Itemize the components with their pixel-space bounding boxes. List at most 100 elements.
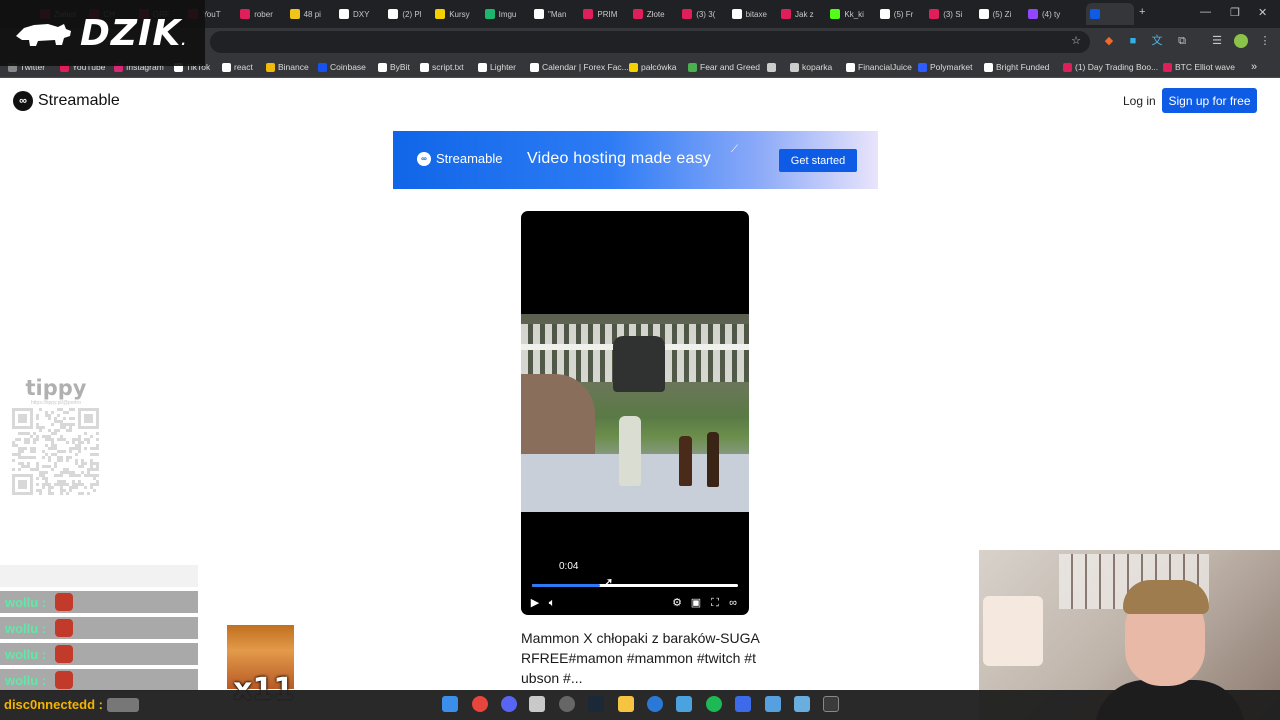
obs-icon[interactable]: [559, 696, 575, 712]
bookmark-item[interactable]: ByBit: [378, 60, 410, 74]
edge-icon[interactable]: [647, 696, 663, 712]
browser-tab[interactable]: Imgu: [481, 3, 521, 25]
bookmark-item[interactable]: Binance: [266, 60, 309, 74]
bookmark-item[interactable]: Calendar | Forex Fac...: [530, 60, 629, 74]
steam-icon[interactable]: [588, 696, 604, 712]
bookmark-label: script.txt: [432, 62, 464, 72]
chrome-icon[interactable]: [472, 696, 488, 712]
get-started-button[interactable]: Get started: [779, 149, 857, 172]
bookmark-item[interactable]: pałcówka: [629, 60, 676, 74]
browser-tab[interactable]: bitaxe: [728, 3, 768, 25]
browser-tab[interactable]: Kursy: [431, 3, 471, 25]
fullscreen-icon[interactable]: ⛶: [708, 596, 722, 610]
browser-tab[interactable]: (2) Pl: [384, 3, 424, 25]
browser-tab[interactable]: (4) ty: [1024, 3, 1064, 25]
browser-tab[interactable]: 48 pi: [286, 3, 326, 25]
notepad-icon[interactable]: [765, 696, 781, 712]
start-icon[interactable]: [442, 696, 458, 712]
browser-tab[interactable]: (3) Si: [925, 3, 965, 25]
tab-favicon-icon: [534, 9, 544, 19]
bookmark-star-icon[interactable]: ☆: [1069, 34, 1083, 48]
video-frame[interactable]: [521, 314, 749, 512]
volume-icon[interactable]: 🔈︎: [545, 596, 559, 610]
tab-favicon-icon: [731, 9, 742, 19]
browser-tab[interactable]: PRIM: [579, 3, 619, 25]
more-bookmarks-button[interactable]: »: [1251, 60, 1257, 74]
bookmark-favicon-icon: [629, 62, 638, 72]
signup-button[interactable]: Sign up for free: [1162, 88, 1257, 113]
file-explorer-icon[interactable]: [618, 696, 634, 712]
browser-tab[interactable]: rober: [236, 3, 276, 25]
profile-avatar[interactable]: [1234, 34, 1248, 48]
tab-label: DXY: [353, 9, 370, 19]
browser-tab[interactable]: Złote: [629, 3, 669, 25]
tab-label: rober: [254, 9, 273, 19]
browser-tab[interactable]: [1086, 3, 1134, 25]
app-icon[interactable]: [529, 696, 545, 712]
tippy-overlay: tippy https://tippy.pl/@portro: [12, 376, 100, 406]
tab-label: Złote: [646, 9, 665, 19]
bookmark-item[interactable]: koparka: [790, 60, 832, 74]
browser-tab[interactable]: (3) 3(: [678, 3, 718, 25]
chat-emote: [55, 593, 74, 611]
tab-label: (3) Si: [943, 9, 963, 19]
minimize-icon[interactable]: —: [1200, 6, 1211, 18]
tab-search-icon[interactable]: ☰: [1210, 34, 1224, 48]
bookmark-favicon-icon: [222, 62, 231, 72]
bookmark-item[interactable]: react: [222, 60, 253, 74]
tab-label: (2) Pl: [402, 9, 422, 19]
address-bar[interactable]: [210, 31, 1090, 53]
photos-icon[interactable]: [794, 696, 810, 712]
bookmark-label: Calendar | Forex Fac...: [542, 62, 629, 72]
bookmark-favicon-icon: [1163, 62, 1172, 72]
bookmark-favicon-icon: [478, 62, 487, 72]
terminal-icon[interactable]: [823, 696, 839, 712]
picture-in-picture-icon[interactable]: ▣: [689, 596, 703, 610]
tab-label: bitaxe: [745, 9, 767, 19]
bookmark-item[interactable]: Lighter: [478, 60, 516, 74]
browser-tab[interactable]: (5) Zi: [975, 3, 1015, 25]
webcam-lamp: [983, 596, 1043, 666]
bookmark-item[interactable]: script.txt: [420, 60, 464, 74]
tool-icon[interactable]: [676, 696, 692, 712]
bookmark-item[interactable]: [767, 60, 779, 74]
bookmark-item[interactable]: Polymarket: [918, 60, 973, 74]
browser-tab[interactable]: Jak z: [777, 3, 817, 25]
browser-tab[interactable]: DXY: [335, 3, 375, 25]
translate-icon[interactable]: 文: [1150, 34, 1164, 48]
tab-label: Jak z: [795, 9, 814, 19]
restore-icon[interactable]: ❐: [1230, 6, 1240, 19]
browser-tab[interactable]: "Man: [530, 3, 570, 25]
browser-tab[interactable]: (5) Fr: [876, 3, 916, 25]
streamable-logo[interactable]: ∞ Streamable: [13, 91, 120, 111]
bookmark-item[interactable]: (1) Day Trading Boo...: [1063, 60, 1158, 74]
streamable-player-icon[interactable]: ∞: [726, 596, 740, 610]
app-icon[interactable]: [735, 696, 751, 712]
play-icon[interactable]: ▶: [528, 596, 542, 610]
bookmark-label: react: [234, 62, 253, 72]
new-tab-button[interactable]: +: [1139, 6, 1145, 18]
extensions-puzzle-icon[interactable]: ⧉: [1175, 34, 1189, 48]
tab-label: (4) ty: [1042, 9, 1061, 19]
login-link[interactable]: Log in: [1123, 94, 1156, 108]
bookmark-item[interactable]: FinancialJuice: [846, 60, 912, 74]
extension-blue-icon[interactable]: ■: [1126, 34, 1140, 48]
tab-favicon-icon: [632, 9, 643, 19]
discord-icon[interactable]: [501, 696, 517, 712]
bookmark-item[interactable]: BTC Elliot wave: [1163, 60, 1235, 74]
spotify-icon[interactable]: [706, 696, 722, 712]
tab-label: Kursy: [449, 9, 470, 19]
promo-banner[interactable]: ∞ Streamable Video hosting made easy ⟋ G…: [393, 131, 878, 189]
browser-tab[interactable]: Kk_ki: [826, 3, 866, 25]
browser-menu-icon[interactable]: ⋮: [1258, 34, 1272, 48]
video-player[interactable]: 0:04 ➚ ▶ 🔈︎ ⚙ ▣ ⛶ ∞: [521, 211, 749, 615]
bookmark-item[interactable]: Bright Funded: [984, 60, 1049, 74]
seek-bar[interactable]: [532, 584, 738, 587]
settings-icon[interactable]: ⚙: [670, 596, 684, 610]
tab-label: 48 pi: [303, 9, 321, 19]
extension-fox-icon[interactable]: ◆: [1102, 34, 1116, 48]
tab-favicon-icon: [240, 9, 251, 19]
bookmark-item[interactable]: Coinbase: [318, 60, 366, 74]
bookmark-item[interactable]: Fear and Greed: [688, 60, 760, 74]
close-window-icon[interactable]: ✕: [1258, 6, 1267, 19]
